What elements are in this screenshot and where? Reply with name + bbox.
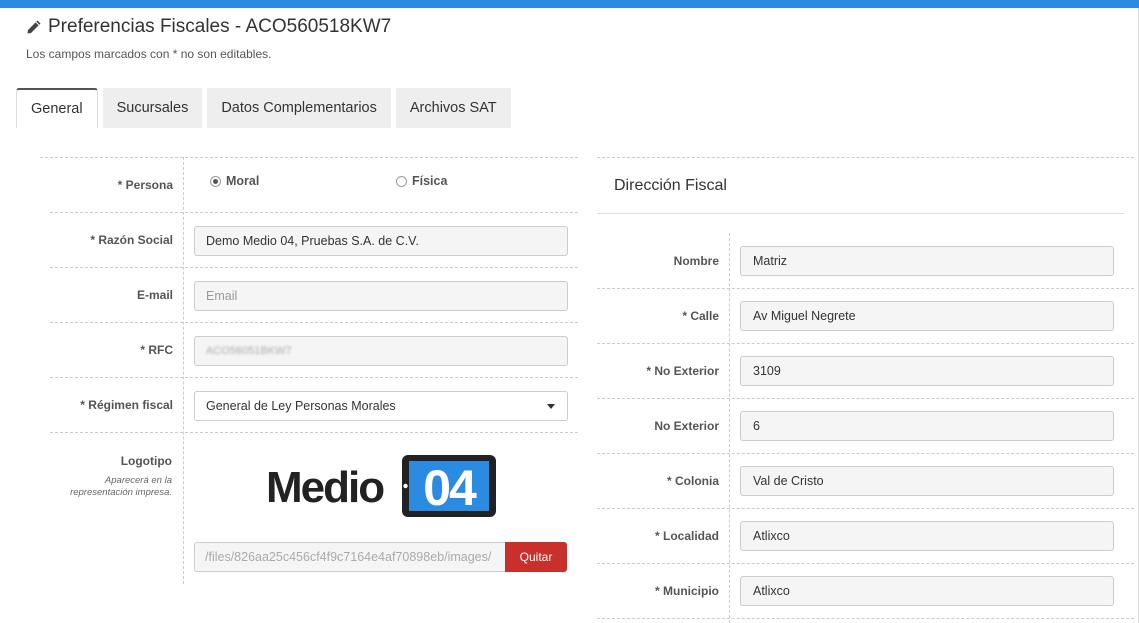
- tab-general[interactable]: General: [16, 88, 98, 128]
- rfc-field: ACO56051BKW7: [194, 336, 568, 366]
- nombre-field[interactable]: Matriz: [740, 246, 1114, 276]
- no-exterior-row: * No Exterior 3109: [597, 344, 1134, 399]
- radio-fisica[interactable]: Física: [396, 174, 447, 188]
- regimen-value: General de Ley Personas Morales: [206, 399, 396, 413]
- company-logo-image: Medio 04: [266, 455, 496, 517]
- regimen-label: * Régimen fiscal: [80, 398, 173, 412]
- calle-field[interactable]: Av Miguel Negrete: [740, 301, 1114, 331]
- municipio-field[interactable]: Atlixco: [740, 576, 1114, 606]
- no-exterior-label: * No Exterior: [646, 364, 719, 378]
- nombre-label: Nombre: [673, 254, 719, 268]
- colonia-field[interactable]: Val de Cristo: [740, 466, 1114, 496]
- remove-logo-button[interactable]: Quitar: [505, 542, 567, 572]
- divider: [597, 157, 1134, 158]
- tab-archivos-sat[interactable]: Archivos SAT: [395, 88, 511, 128]
- razon-social-label: * Razón Social: [90, 233, 173, 247]
- no-exterior-2-field[interactable]: 6: [740, 411, 1114, 441]
- logo-file-path[interactable]: /files/826aa25c456cf4f9c7164e4af70898eb/…: [194, 542, 506, 572]
- logotipo-help: Aparecerá en la representación impresa.: [70, 475, 172, 498]
- email-field[interactable]: Email: [194, 281, 568, 311]
- municipio-row: * Municipio Atlixco: [597, 564, 1134, 619]
- colonia-label: * Colonia: [666, 474, 719, 488]
- radio-moral-label: Moral: [226, 174, 260, 188]
- persona-row: * Persona: [50, 157, 578, 213]
- tab-datos-complementarios[interactable]: Datos Complementarios: [207, 88, 391, 128]
- regimen-select[interactable]: General de Ley Personas Morales: [194, 391, 568, 421]
- localidad-field[interactable]: Atlixco: [740, 521, 1114, 551]
- no-exterior-2-row: No Exterior 6: [597, 399, 1134, 454]
- no-exterior-field[interactable]: 3109: [740, 356, 1114, 386]
- radio-checked-icon: [210, 175, 221, 187]
- colonia-row: * Colonia Val de Cristo: [597, 454, 1134, 509]
- rfc-row: * RFC ACO56051BKW7: [50, 323, 578, 378]
- localidad-row: * Localidad Atlixco: [597, 509, 1134, 564]
- top-accent-bar: [0, 0, 1139, 8]
- email-row: E-mail Email: [50, 268, 578, 323]
- page-title: Preferencias Fiscales - ACO560518KW7: [26, 16, 391, 38]
- rfc-value: ACO56051BKW7: [206, 345, 292, 357]
- razon-social-row: * Razón Social Demo Medio 04, Pruebas S.…: [50, 213, 578, 268]
- calle-label: * Calle: [682, 309, 719, 323]
- tab-bar: General Sucursales Datos Complementarios…: [16, 88, 511, 128]
- localidad-label: * Localidad: [654, 529, 719, 543]
- razon-social-field[interactable]: Demo Medio 04, Pruebas S.A. de C.V.: [194, 226, 568, 256]
- tab-sucursales[interactable]: Sucursales: [102, 88, 203, 128]
- pencil-icon: [27, 20, 41, 34]
- radio-fisica-label: Física: [412, 174, 448, 188]
- divider: [597, 213, 1124, 214]
- no-exterior-2-label: No Exterior: [654, 419, 719, 433]
- regimen-row: * Régimen fiscal General de Ley Personas…: [50, 378, 578, 433]
- nombre-row: Nombre Matriz: [597, 233, 1134, 289]
- general-form: * Persona Moral Física * Razón Social De…: [40, 157, 578, 584]
- direccion-fiscal-title: Dirección Fiscal: [614, 177, 727, 194]
- radio-unchecked-icon: [396, 175, 407, 187]
- persona-label: * Persona: [117, 178, 173, 192]
- caret-down-icon: [547, 403, 555, 409]
- direccion-fiscal-panel: Dirección Fiscal Nombre Matriz * Calle A…: [597, 157, 1134, 623]
- page-title-text: Preferencias Fiscales - ACO560518KW7: [48, 16, 392, 37]
- logotipo-label: Logotipo: [120, 454, 172, 468]
- calle-row: * Calle Av Miguel Negrete: [597, 289, 1134, 344]
- email-label: E-mail: [136, 288, 173, 302]
- municipio-label: * Municipio: [655, 584, 719, 598]
- logo-number: 04: [423, 460, 477, 516]
- rfc-label: * RFC: [140, 343, 173, 357]
- company-logo: Medio 04: [266, 454, 498, 518]
- logo-word: Medio: [266, 463, 384, 512]
- page-subtitle: Los campos marcados con * no son editabl…: [26, 47, 272, 61]
- radio-moral[interactable]: Moral: [210, 174, 259, 188]
